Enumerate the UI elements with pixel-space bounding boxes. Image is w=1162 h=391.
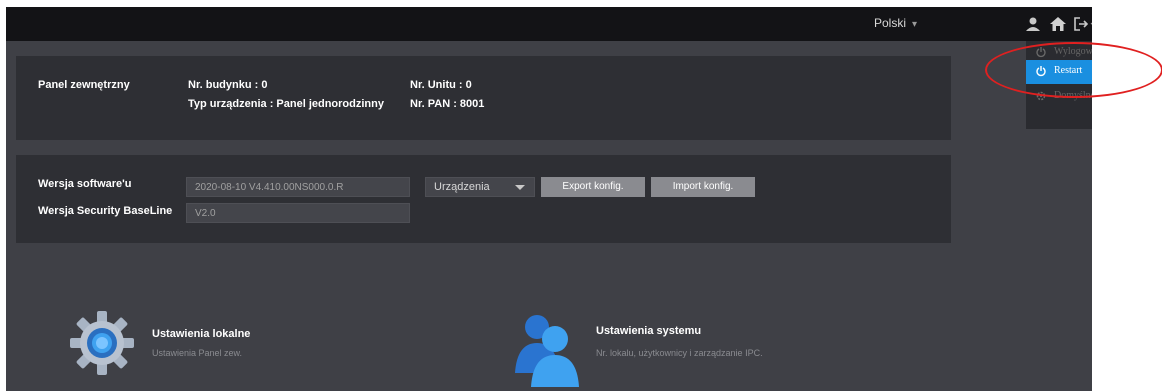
software-version-field: 2020-08-10 V4.410.00NS000.0.R	[186, 177, 410, 197]
menu-item-label: Domyślne	[1054, 90, 1092, 101]
menu-item-restart[interactable]: Restart	[1026, 60, 1092, 84]
building-number: Nr. budynku : 0	[188, 79, 268, 91]
chevron-down-icon	[515, 185, 525, 190]
device-type: Typ urządzenia : Panel jednorodzinny	[188, 98, 384, 110]
system-settings-tile[interactable]	[511, 309, 583, 391]
local-settings-title[interactable]: Ustawienia lokalne	[152, 328, 250, 340]
user-icon[interactable]	[1024, 15, 1042, 33]
device-type-label: Panel zewnętrzny	[38, 79, 130, 91]
baseline-version-field: V2.0	[186, 203, 410, 223]
pan-number: Nr. PAN : 8001	[410, 98, 485, 110]
device-info-panel: Panel zewnętrzny Nr. budynku : 0 Nr. Uni…	[16, 56, 951, 140]
users-icon	[515, 315, 579, 387]
home-icon[interactable]	[1049, 15, 1067, 33]
app-window: Polski ▾ Wylogowanie Restart	[6, 7, 1092, 391]
select-value: Urządzenia	[434, 181, 490, 193]
config-target-select[interactable]: Urządzenia	[425, 177, 535, 197]
system-settings-desc: Nr. lokalu, użytkownicy i zarządzanie IP…	[596, 348, 763, 358]
logout-icon[interactable]	[1073, 15, 1092, 33]
power-icon	[1035, 46, 1047, 58]
export-config-button[interactable]: Export konfig.	[541, 177, 645, 197]
unit-number: Nr. Unitu : 0	[410, 79, 472, 91]
user-menu-dropdown: Wylogowanie Restart Domyślne	[1026, 41, 1092, 129]
language-label: Polski	[874, 16, 907, 30]
top-bar: Polski ▾	[6, 7, 1092, 41]
menu-item-label: Restart	[1054, 65, 1083, 76]
menu-item-defaults[interactable]: Domyślne	[1026, 85, 1092, 109]
import-config-button[interactable]: Import konfig.	[651, 177, 755, 197]
system-settings-title[interactable]: Ustawienia systemu	[596, 325, 701, 337]
local-settings-tile[interactable]	[66, 307, 138, 379]
gear-icon	[70, 311, 134, 375]
menu-item-label: Wylogowanie	[1054, 46, 1092, 57]
gear-icon	[1035, 90, 1047, 102]
version-panel: Wersja software'u 2020-08-10 V4.410.00NS…	[16, 155, 951, 243]
baseline-version-label: Wersja Security BaseLine	[38, 205, 173, 217]
software-version-label: Wersja software'u	[38, 178, 132, 190]
chevron-down-icon: ▾	[912, 19, 918, 30]
language-selector[interactable]: Polski ▾	[874, 16, 917, 30]
power-icon	[1035, 65, 1047, 77]
local-settings-desc: Ustawienia Panel zew.	[152, 348, 243, 358]
